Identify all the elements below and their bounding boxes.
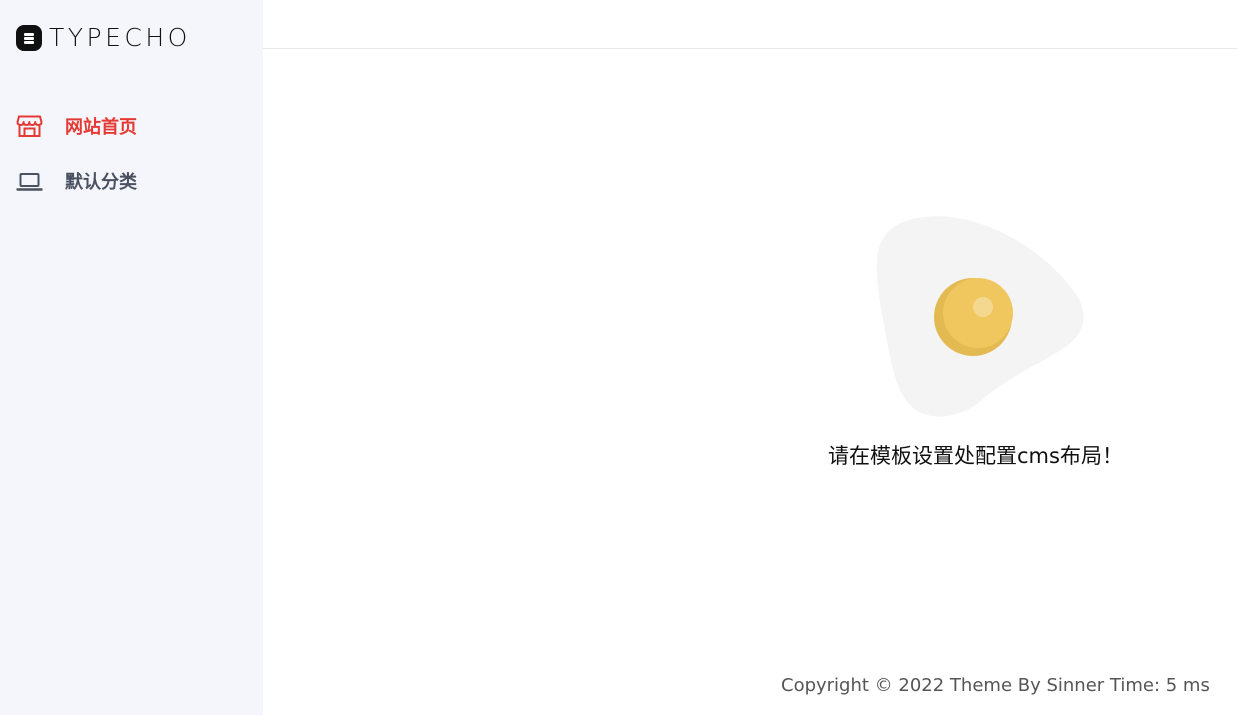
sidebar-item-home[interactable]: 网站首页: [16, 111, 137, 141]
sidebar-item-default-category[interactable]: 默认分类: [16, 166, 137, 196]
typecho-logo-icon: [16, 25, 42, 51]
laptop-icon: [16, 173, 43, 191]
store-icon: [16, 115, 43, 137]
sidebar-item-label: 网站首页: [65, 117, 137, 138]
fried-egg-icon: [876, 216, 1084, 417]
sidebar: TYPECHO 网站首页 默认分类: [0, 0, 263, 715]
sidebar-item-label: 默认分类: [65, 172, 137, 193]
top-bar: [263, 0, 1237, 49]
empty-state-message: 请在模板设置处配置cms布局！: [828, 444, 1123, 468]
site-logo[interactable]: TYPECHO: [16, 25, 191, 51]
site-logo-text: TYPECHO: [49, 23, 191, 52]
footer-copyright: Copyright © 2022 Theme By Sinner Time: 5…: [781, 675, 1210, 696]
